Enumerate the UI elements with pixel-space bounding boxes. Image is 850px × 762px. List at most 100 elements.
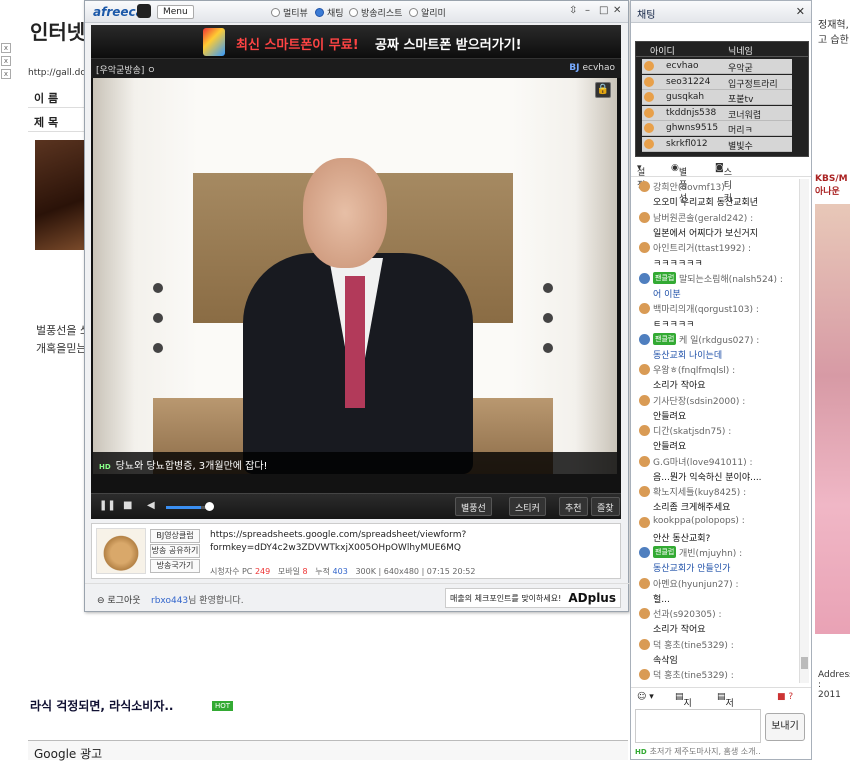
tab-multiview[interactable]: 멀티뷰 [271,6,308,19]
chat-username[interactable]: 덕 홍초(tine5329) : [653,638,734,651]
kbs-label: KBS/M 아나운 [815,174,848,197]
chat-message: 덕 홍초(tine5329) : 속삭임 [635,637,799,668]
user-row[interactable]: gusqkah 포붙tv [642,90,792,105]
column-nickname: 닉네임 [728,47,753,57]
fanclub-badge: 팬클럽 [653,332,677,345]
chat-username[interactable]: 케 일(rkdgus027) : [679,333,759,346]
volume-icon[interactable]: ◀ [147,500,155,511]
chat-username[interactable]: G.G마녀(love941011) : [653,455,753,468]
send-button[interactable]: 보내기 [765,713,805,741]
tv-icon [137,4,151,18]
chat-text: 헐... [653,594,670,605]
user-row[interactable]: ghwns9515 머리ㅋ [642,121,792,136]
alert-icon[interactable]: ■ ? [777,692,793,702]
chat-text: 일본에서 어찌다가 보신거지 [653,228,759,239]
close-icon[interactable]: x [1,69,11,79]
address-label: Address :2011 [818,670,850,700]
chat-message: 기사단장(sdsin2000) : 안들려요 [635,393,799,424]
stream-title: [우악굳방송] ㅇ [96,66,156,76]
video-area[interactable]: 🔒 HD 당뇨와 당뇨합병증, 3개월만에 잡다! [93,78,617,474]
close-icon[interactable]: x [1,43,11,53]
chat-username[interactable]: 선과(s920305) : [653,607,722,620]
user-row[interactable]: skrkfl012 별빛수 [642,136,792,152]
chat-username[interactable]: 확노지세틀(kuy8425) : [653,485,746,498]
chat-messages: 강희안(dovmf13) : 오오미 우리교회 동산교회년남버원콘솔(gerald… [635,179,799,683]
user-row[interactable]: seo31224 입구정트라리 [642,74,792,90]
volume-slider[interactable] [166,506,210,509]
tab-notifier[interactable]: 알리미 [409,6,446,19]
close-icon[interactable]: ✕ [796,5,805,18]
save-button[interactable]: ▤ 저장 [717,692,734,722]
user-grade-icon [639,486,650,497]
chat-username[interactable]: 아멘요(hyunjun27) : [653,577,739,590]
pause-icon[interactable]: ❚❚ [99,500,116,511]
chat-username[interactable]: 덕 홍초(tine5329) : [653,668,734,681]
user-badge-icon [644,138,654,149]
settings-dropdown[interactable]: 설정 ▾ [637,163,645,191]
logout-button[interactable]: ⊖ 로그아웃 [97,593,141,606]
bj-avatar[interactable] [96,528,146,574]
adplus-banner[interactable]: 매출의 체크포인트를 맞이하세요! ADplus [445,588,621,608]
maximize-icon[interactable]: □ [599,5,608,16]
chat-input[interactable] [635,709,761,743]
tab-chat[interactable]: 채팅 [315,6,344,19]
chat-notice[interactable]: HD 초저가 제주도마사지, 홈생 소개.. [635,746,761,757]
share-broadcast-button[interactable]: 방송 공유하기 [150,544,200,558]
chat-username[interactable]: 개빈(mjuyhn) : [679,546,742,559]
scroll-thumb[interactable] [801,657,808,669]
background-url[interactable]: http://gall.dc [28,68,85,78]
chat-username[interactable]: 디간(skatjsdn75) : [653,424,731,437]
ad-banner[interactable]: 최신 스마트폰이 무료! 공짜 스마트폰 받으러가기! [91,25,621,59]
player-footer: ⊖ 로그아웃 rbxo443님 환영합니다. 매출의 체크포인트를 맞이하세요!… [85,583,630,611]
chat-scrollbar[interactable] [799,179,809,683]
close-icon[interactable]: x [1,56,11,66]
video-caption[interactable]: HD 당뇨와 당뇨합병증, 3개월만에 잡다! [93,452,617,474]
column-id: 아이디 [650,47,675,57]
chat-username[interactable]: 말되는소림해(nalsh524) : [679,272,783,285]
ad-photo[interactable] [815,204,850,634]
lock-icon[interactable]: 🔒 [595,82,611,98]
chat-message: 남버원콘솔(gerald242) : 일본에서 어찌다가 보신거지 [635,210,799,241]
chat-username[interactable]: kookppa(polopops) : [653,516,745,526]
star-balloon-button[interactable]: 별풍선 [455,497,492,516]
chat-text: 오오미 우리교회 동산교회년 [653,198,759,208]
chat-bottom-bar: ☺ ▾ ▤ 지우개 ▤ 저장 ■ ? [631,687,811,735]
favorite-button[interactable]: 즐찾 [591,497,620,516]
chat-username[interactable]: 우왕ㅎ(fnqlfmqlsl) : [653,363,735,376]
chat-text: 소리가 작아요 [653,381,706,391]
hot-badge: HOT [212,701,234,711]
user-nickname: 별빛수 [728,141,753,152]
user-badge-icon [644,123,654,133]
background-ad-link[interactable]: 라식 걱정되면, 라식소비자.. [30,697,173,714]
chat-text: 속삭임 [653,655,678,666]
broadcast-url[interactable]: https://spreadsheets.google.com/spreadsh… [210,529,610,555]
stop-icon[interactable]: ■ [123,500,132,511]
chat-username[interactable]: 남버원콘솔(gerald242) : [653,211,753,224]
chat-username[interactable]: 강희안(dovmf13) : [653,180,731,193]
chat-message: 선과(s920305) : 소리가 작어요 [635,606,799,637]
minimize-icon[interactable]: – [585,5,590,16]
volume-knob[interactable] [205,502,214,511]
sticker-button[interactable]: 스티커 [509,497,546,516]
chat-username[interactable]: 기사단장(sdsin2000) : [653,394,745,407]
chat-username[interactable]: 백마리의개(qorgust103) : [653,302,759,315]
volume-fill [166,506,202,509]
bj-video-club-button[interactable]: BJ영상클럽 [150,529,200,543]
chat-username[interactable]: 아인트리거(ttast1992) : [653,241,751,254]
user-row[interactable]: ecvhao 우악굳 [642,59,792,74]
star-balloon-tab[interactable]: ◉ 별풍선 [671,163,687,204]
erase-button[interactable]: ▤ 지우개 [675,692,692,735]
background-text: 벌풍선을 쏘 [36,324,91,337]
sticker-tab[interactable]: ◙ 스티커 [715,163,732,204]
user-row[interactable]: tkddnjs538 코너워렵 [642,105,792,121]
recommend-button[interactable]: 추천 [559,497,588,516]
chat-message: 디간(skatjsdn75) : 안들려요 [635,423,799,454]
chat-text: 안들려요 [653,411,687,422]
user-id: gusqkah [666,92,705,102]
emoticon-icon[interactable]: ☺ ▾ [637,692,654,702]
close-icon[interactable]: ✕ [613,5,621,16]
tab-broadcast-list[interactable]: 방송리스트 [349,6,402,19]
menu-button[interactable]: Menu [157,5,194,19]
go-station-button[interactable]: 방송국가기 [150,559,200,573]
pin-icon[interactable]: ⇳ [569,5,577,16]
